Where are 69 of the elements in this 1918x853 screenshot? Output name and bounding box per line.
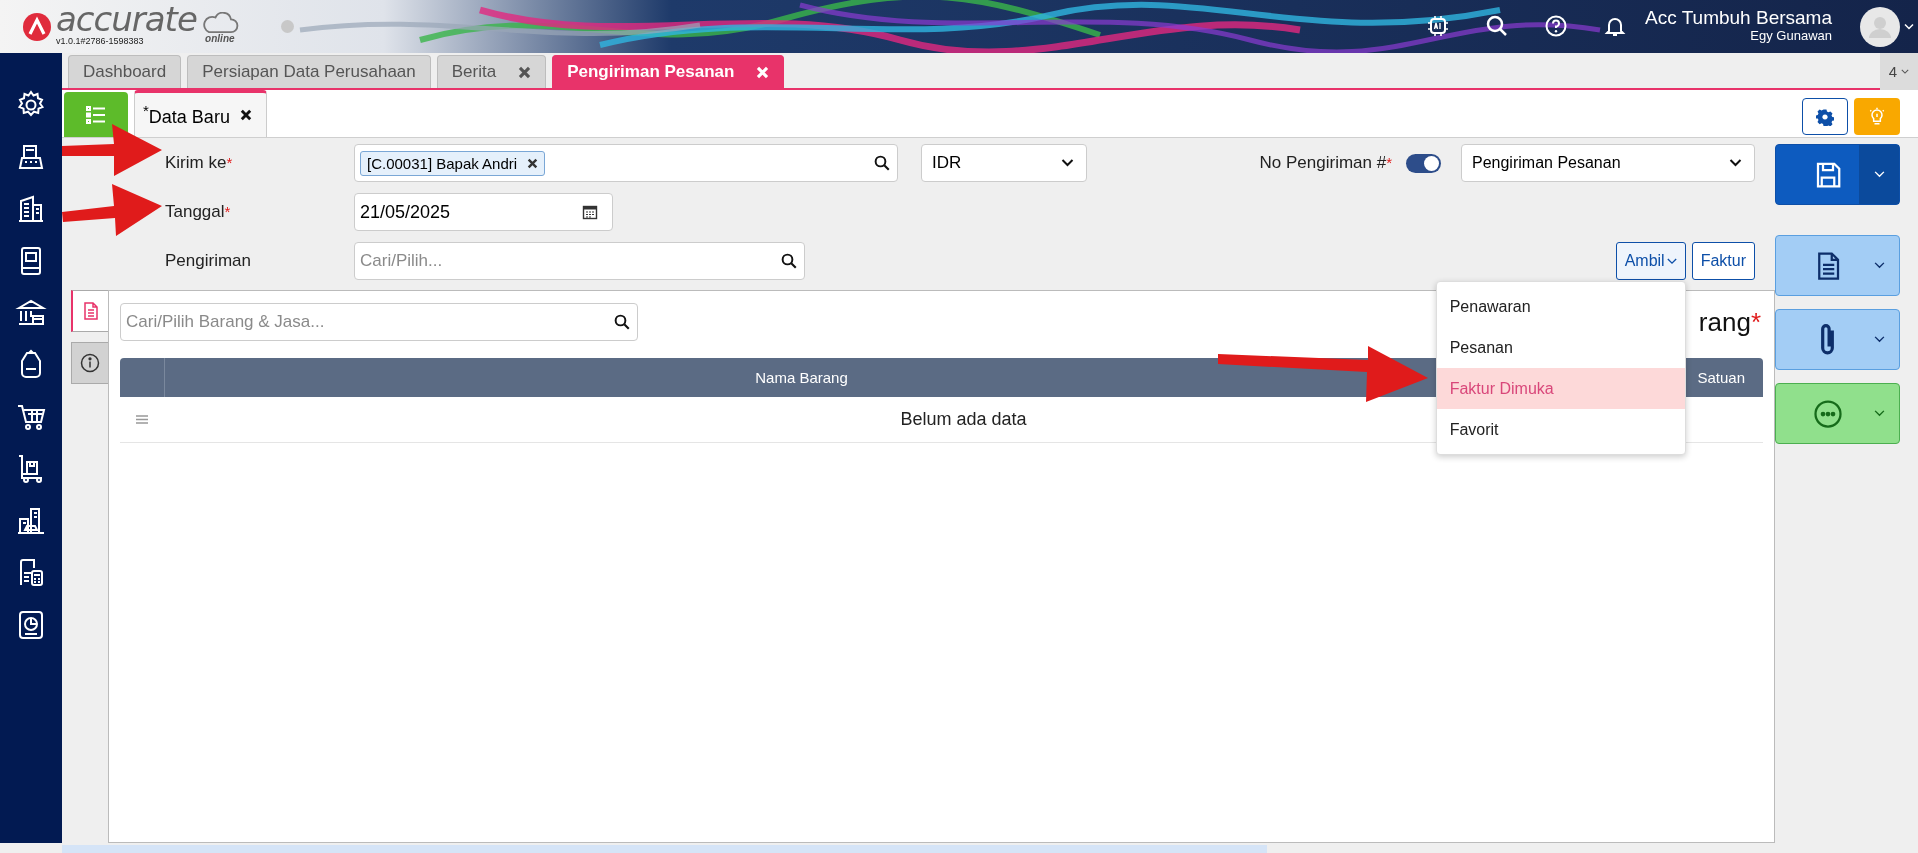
city-icon[interactable] — [15, 505, 47, 537]
field-label: No Pengiriman #* — [1259, 153, 1392, 173]
field-label: Tanggal* — [165, 202, 232, 222]
help-icon[interactable] — [1544, 14, 1568, 38]
field-label: Pengiriman — [165, 251, 252, 271]
drag-handle-icon[interactable] — [136, 415, 148, 424]
panel-title: rang* — [1698, 306, 1762, 338]
chevron-icon — [1873, 410, 1885, 417]
tab[interactable]: Dashboard — [68, 55, 182, 88]
paperclip-icon — [1821, 323, 1834, 356]
company-name: Acc Tumbuh Bersama — [1645, 8, 1832, 29]
search-icon[interactable] — [780, 252, 798, 270]
customer-chip: [C.00031] Bapak Andri — [360, 150, 546, 176]
version-text: v1.0.1#2786-1598383 — [56, 36, 145, 46]
search-icon[interactable] — [873, 154, 891, 172]
side-tab[interactable] — [71, 290, 108, 332]
ai-chip-icon[interactable] — [1426, 14, 1450, 38]
empty-message: Belum ada data — [900, 409, 1027, 429]
info-icon — [80, 353, 100, 373]
chevron-icon — [1061, 159, 1074, 167]
logo-icon — [22, 11, 52, 42]
dropdown-button[interactable]: Ambil — [1615, 242, 1686, 280]
brand-name: accurate — [56, 1, 197, 36]
chevron-icon — [1873, 262, 1885, 269]
search-icon[interactable] — [613, 313, 631, 331]
search-icon[interactable] — [1485, 14, 1509, 38]
calendar-icon[interactable] — [582, 204, 598, 220]
tab[interactable]: Berita — [436, 55, 547, 88]
settings-icon — [1816, 107, 1834, 126]
lightbulb-icon — [1867, 106, 1887, 127]
logo-subtitle: online — [205, 33, 235, 44]
tab-count-button[interactable]: 4 — [1880, 53, 1918, 90]
shipment-search-field[interactable]: Cari/Pilih... — [354, 242, 805, 280]
action-button[interactable]: Faktur — [1691, 242, 1755, 280]
caret-icon — [1901, 69, 1910, 74]
number-type-select[interactable]: Pengiriman Pesanan — [1461, 144, 1755, 182]
scrollbar[interactable] — [62, 845, 1267, 853]
column-header: Satuan — [1697, 369, 1745, 386]
tab[interactable]: Persiapan Data Perusahaan — [187, 55, 431, 88]
chevron-icon — [1729, 159, 1742, 167]
save-button[interactable] — [1775, 144, 1900, 205]
avatar-icon[interactable] — [1860, 7, 1900, 47]
settings-button[interactable] — [1802, 98, 1848, 135]
attach-button[interactable] — [1775, 309, 1900, 370]
tab[interactable]: Pengiriman Pesanan — [552, 55, 785, 88]
customer-field[interactable]: [C.00031] Bapak Andri — [354, 144, 898, 182]
side-tab[interactable] — [71, 342, 108, 384]
currency-select[interactable]: IDR — [921, 144, 1087, 182]
chevron-icon — [1873, 171, 1885, 178]
remove-icon[interactable] — [527, 157, 539, 169]
auto-number-toggle[interactable] — [1406, 153, 1441, 173]
menu-item[interactable]: Penawaran — [1436, 286, 1685, 327]
field-label: Kirim ke* — [165, 153, 234, 173]
column-header: Nama Barang — [755, 369, 848, 386]
document-button[interactable] — [1775, 235, 1900, 296]
document-tab[interactable]: $^{*}$Data Baru — [134, 90, 267, 137]
chevron-icon — [1666, 257, 1677, 265]
date-field[interactable]: 21/05/2025 — [354, 193, 613, 231]
list-button[interactable] — [64, 92, 128, 137]
cloud-icon — [200, 11, 239, 34]
close-icon[interactable] — [239, 109, 252, 121]
menu-item[interactable]: Favorit — [1436, 409, 1685, 450]
user-name: Egy Gunawan — [1750, 28, 1832, 44]
chevron-icon — [1873, 336, 1885, 343]
menu-item[interactable]: Pesanan — [1436, 327, 1685, 368]
caret-icon[interactable] — [1904, 23, 1914, 30]
item-search-field[interactable]: Cari/Pilih Barang & Jasa... — [120, 303, 638, 341]
more-icon — [1812, 398, 1843, 429]
more-button[interactable] — [1775, 383, 1900, 444]
